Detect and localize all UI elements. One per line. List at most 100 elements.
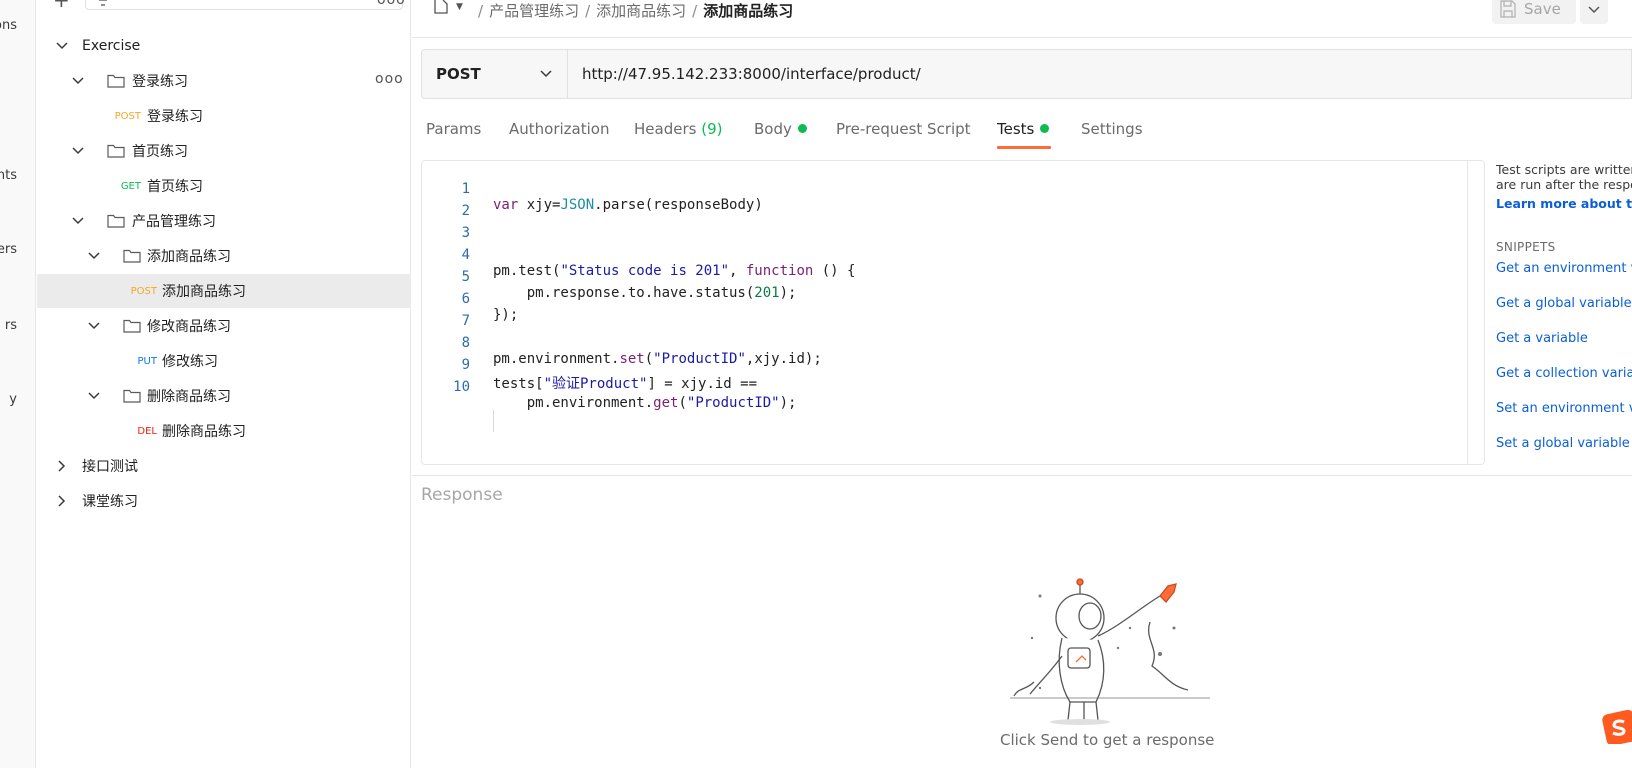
snippets-heading: SNIPPETS [1496, 240, 1556, 254]
folder-icon [107, 74, 125, 88]
tree-label: 添加商品练习 [147, 249, 231, 265]
tab-headers[interactable]: Headers (9) [634, 120, 722, 138]
more-icon[interactable]: ooo [375, 71, 404, 87]
tree-collection[interactable]: 课堂练习 [37, 484, 411, 518]
code-line: 4 pm.test("Status code is 201", function… [422, 231, 1462, 279]
filter-input[interactable] [85, 0, 403, 10]
plus-icon[interactable]: + [53, 0, 73, 12]
tab-headers-label: Headers [634, 120, 697, 138]
snippet-link[interactable]: Set an environment var [1496, 401, 1632, 416]
tree-folder[interactable]: 修改商品练习 [37, 309, 411, 343]
sogou-ime-icon[interactable] [1602, 710, 1632, 744]
method-badge: POST [130, 285, 157, 297]
code-line: 9 tests["验证Product"] = xjy.id == [422, 341, 1462, 392]
tree-folder[interactable]: 删除商品练习 [37, 379, 411, 413]
left-icon-rail: ons ents rvers rs y [0, 0, 36, 768]
tree-request[interactable]: PUT 修改练习 [37, 344, 411, 378]
chevron-right-icon[interactable] [55, 494, 69, 508]
snippet-link[interactable]: Get an environment var [1496, 261, 1632, 276]
tests-description: Test scripts are written [1496, 162, 1632, 177]
chevron-down-icon [1588, 6, 1600, 14]
tree-folder[interactable]: 登录练习 ooo [37, 64, 411, 98]
tab-body[interactable]: Body [754, 120, 807, 138]
rail-item-environments[interactable]: ents [0, 168, 17, 183]
editor-scrollbar[interactable] [1467, 161, 1468, 464]
chevron-right-icon[interactable] [55, 459, 69, 473]
tree-request[interactable]: GET 首页练习 [37, 169, 411, 203]
snippet-link[interactable]: Get a variable [1496, 331, 1588, 346]
tree-folder[interactable]: 添加商品练习 [37, 239, 411, 273]
code-line: 5 pm.response.to.have.status(201); [422, 253, 1462, 301]
breadcrumb: / 产品管理练习 / 添加商品练习 / 添加商品练习 [478, 2, 794, 20]
response-title: Response [421, 485, 503, 505]
save-button[interactable]: Save [1492, 0, 1576, 24]
rail-item-monitors[interactable]: rs [5, 318, 17, 333]
method-select-value: POST [436, 65, 481, 83]
tab-tests-label: Tests [997, 120, 1035, 138]
tree-label: 接口测试 [82, 459, 138, 475]
astronaut-illustration [1010, 578, 1210, 725]
tree-collection-exercise[interactable]: Exercise [37, 29, 411, 63]
breadcrumb-item[interactable]: 添加商品练习 [596, 2, 686, 20]
tree-request[interactable]: DEL 删除商品练习 [37, 414, 411, 448]
method-badge: DEL [137, 425, 157, 437]
request-url-bar: POST [421, 49, 1632, 99]
tab-authorization[interactable]: Authorization [509, 120, 609, 138]
tree-label: 删除商品练习 [162, 424, 246, 440]
url-input[interactable] [569, 50, 1629, 98]
tree-folder[interactable]: 产品管理练习 [37, 204, 411, 238]
snippet-link[interactable]: Set a global variable [1496, 436, 1630, 451]
request-icon [434, 0, 448, 14]
method-badge: POST [114, 110, 141, 122]
folder-icon [123, 249, 141, 263]
snippet-link[interactable]: Get a collection variabl [1496, 366, 1632, 381]
tree-label: 首页练习 [147, 179, 203, 195]
request-tabs: Params Authorization Headers (9) Body Pr… [426, 112, 1426, 150]
tab-tests[interactable]: Tests [997, 120, 1050, 138]
learn-more-link[interactable]: Learn more about tests [1496, 196, 1632, 211]
tree-request-selected[interactable]: POST 添加商品练习 [37, 274, 411, 308]
tab-pre-request-script[interactable]: Pre-request Script [836, 120, 971, 138]
active-tab-indicator [997, 146, 1051, 149]
chevron-down-icon [540, 70, 552, 78]
breadcrumb-item[interactable]: 产品管理练习 [489, 2, 579, 20]
tree-label: 登录练习 [132, 74, 188, 90]
code-line: 10 pm.environment.get("ProductID"); [422, 363, 1462, 411]
tests-code-editor[interactable]: 1 var xjy=JSON.parse(responseBody) 2 3 4… [421, 160, 1485, 465]
tree-request[interactable]: POST 登录练习 [37, 99, 411, 133]
code-line: 6 }); [422, 275, 1462, 323]
rail-item-history[interactable]: y [9, 392, 17, 407]
status-dot [1040, 124, 1050, 133]
breadcrumb-current[interactable]: 添加商品练习 [703, 2, 793, 20]
chevron-down-icon[interactable] [87, 319, 101, 333]
filter-icon [99, 0, 107, 6]
response-divider[interactable] [412, 475, 1632, 476]
tab-params[interactable]: Params [426, 120, 481, 138]
headers-count: (9) [701, 120, 723, 138]
save-icon [1500, 0, 1516, 18]
snippet-link[interactable]: Get a global variable [1496, 296, 1632, 311]
rail-item-mock-servers[interactable]: rvers [0, 242, 17, 257]
chevron-down-icon[interactable] [87, 249, 101, 263]
chevron-down-icon[interactable] [71, 144, 85, 158]
chevron-down-icon[interactable] [71, 214, 85, 228]
chevron-down-icon[interactable] [71, 74, 85, 88]
save-dropdown[interactable] [1580, 0, 1608, 24]
rail-item-collections[interactable]: ons [0, 18, 17, 33]
tree-folder[interactable]: 首页练习 [37, 134, 411, 168]
tree-label: Exercise [82, 38, 141, 54]
tree-label: 首页练习 [132, 144, 188, 160]
tree-label: 删除商品练习 [147, 389, 231, 405]
snippets-panel: Test scripts are written are run after t… [1496, 162, 1632, 462]
folder-icon [123, 389, 141, 403]
tree-collection[interactable]: 接口测试 [37, 449, 411, 483]
method-select[interactable]: POST [422, 50, 568, 98]
caret-down-icon[interactable]: ▼ [456, 2, 463, 12]
more-icon[interactable]: ooo [377, 0, 406, 8]
method-badge: GET [120, 180, 141, 192]
chevron-down-icon[interactable] [87, 389, 101, 403]
chevron-down-icon[interactable] [55, 39, 69, 53]
tests-description: are run after the respon [1496, 177, 1632, 192]
tab-settings[interactable]: Settings [1081, 120, 1143, 138]
code-line: 8 pm.environment.set("ProductID",xjy.id)… [422, 319, 1462, 367]
